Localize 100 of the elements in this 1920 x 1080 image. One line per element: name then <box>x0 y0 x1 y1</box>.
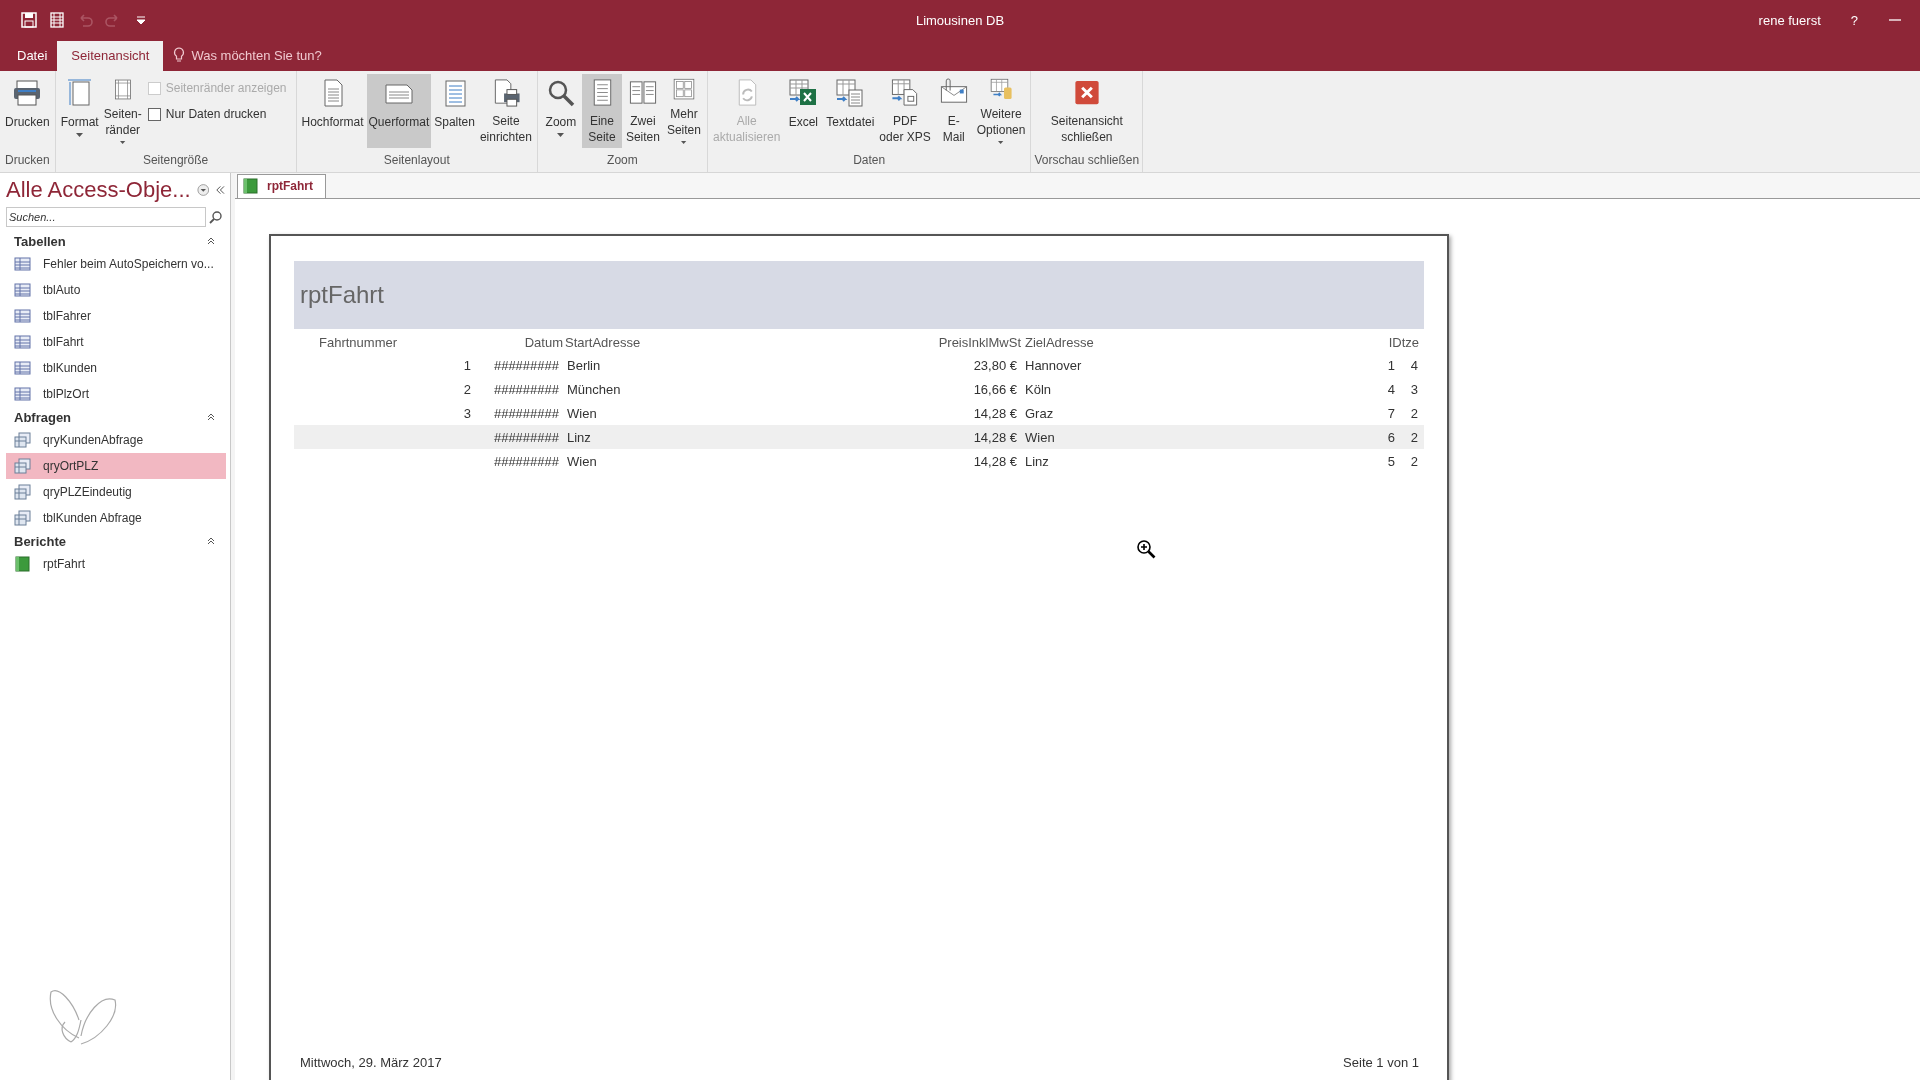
table-cell-text: Wien <box>566 453 598 469</box>
ribbon-button[interactable]: Textdatei <box>824 74 877 148</box>
table-cell-text: 14,28 € <box>972 453 1018 469</box>
table-cell-text: ######### <box>492 429 560 445</box>
query-icon <box>14 458 31 474</box>
ribbon-button[interactable]: Weitere Optionen <box>974 74 1028 148</box>
table-cell-text: 2 <box>462 381 472 397</box>
help-button[interactable]: ? <box>1850 12 1858 28</box>
table-cell-text: 2 <box>1409 405 1419 421</box>
search-icon[interactable] <box>209 210 223 224</box>
ribbon-tab[interactable]: Datei <box>7 41 58 71</box>
ribbon-button[interactable]: Excel <box>783 74 824 148</box>
table-cell-text: 4 <box>1409 357 1419 373</box>
group-header[interactable]: Tabellen <box>14 233 66 249</box>
report-icon <box>14 556 31 572</box>
table-cell-text: ######### <box>492 405 560 421</box>
chevron-icon[interactable] <box>206 412 216 422</box>
query-icon <box>14 484 31 500</box>
column-header: PreisInklMwSt <box>937 334 1022 352</box>
report-date: Mittwoch, 29. März 2017 <box>300 1055 442 1070</box>
navigation-item[interactable]: tblFahrt <box>6 329 226 355</box>
table-cell-text: Köln <box>1024 381 1053 397</box>
ribbon-button[interactable]: Drucken <box>3 74 52 148</box>
group-label: Seitenlayout <box>383 152 450 169</box>
table-cell-text: Linz <box>566 429 592 445</box>
navigation-item[interactable]: tblKunden Abfrage <box>6 505 226 531</box>
navigation-item[interactable]: tblKunden <box>6 355 226 381</box>
table-icon <box>14 386 31 402</box>
save-icon[interactable] <box>20 11 38 29</box>
navigation-item[interactable]: tblAuto <box>6 277 226 303</box>
group-label: Daten <box>853 152 886 169</box>
table-cell-text: 2 <box>1409 453 1419 469</box>
table-cell-text: ######### <box>492 357 560 373</box>
ribbon-button[interactable]: Mehr Seiten <box>663 74 704 148</box>
ribbon-button[interactable]: Spalten <box>432 74 477 148</box>
table-cell-text: 5 <box>1386 453 1396 469</box>
navigation-item[interactable]: Fehler beim AutoSpeichern vo... <box>6 251 226 277</box>
ribbon-button[interactable]: Eine Seite <box>581 74 622 148</box>
ribbon-tab[interactable]: Seitenansicht <box>57 41 164 71</box>
ribbon-button[interactable]: Querformat <box>366 74 432 148</box>
ribbon-button[interactable]: Format <box>58 74 101 148</box>
table-cell-text: ######### <box>492 453 560 469</box>
chevron-icon[interactable] <box>206 236 216 246</box>
navigation-item[interactable]: qryPLZEindeutig <box>6 479 226 505</box>
document-tab[interactable]: rptFahrt <box>237 174 326 198</box>
dropdown-icon[interactable] <box>196 183 210 197</box>
table-cell-text: Linz <box>1024 453 1050 469</box>
table-icon <box>14 334 31 350</box>
table-cell-text: 6 <box>1386 429 1396 445</box>
navigation-title[interactable]: Alle Access-Obje... <box>6 177 191 203</box>
table-cell-text: München <box>566 381 622 397</box>
report-title: rptFahrt <box>300 281 385 309</box>
table-cell-text: 4 <box>1386 381 1396 397</box>
column-header: Fahrtnummer <box>318 334 399 352</box>
collapse-icon[interactable] <box>215 185 226 195</box>
column-header: Datum <box>523 334 564 352</box>
navigation-item[interactable]: qryOrtPLZ <box>6 453 226 479</box>
tell-me-field[interactable]: Was möchten Sie tun? <box>163 47 332 71</box>
lightbulb-icon <box>173 47 186 63</box>
table-icon <box>14 282 31 298</box>
group-header[interactable]: Berichte <box>14 533 67 549</box>
window-title: Limousinen DB <box>915 12 1005 28</box>
navigation-item[interactable]: qryKundenAbfrage <box>6 427 226 453</box>
ribbon-button[interactable]: Zwei Seiten <box>622 74 663 148</box>
ribbon-button[interactable]: Zoom <box>540 74 581 148</box>
caret-icon <box>118 141 127 145</box>
column-header: IDtze <box>1387 334 1420 352</box>
form-icon[interactable] <box>48 11 66 29</box>
table-cell-text: 2 <box>1409 429 1419 445</box>
table-icon <box>14 360 31 376</box>
table-cell-text: 14,28 € <box>972 429 1018 445</box>
ribbon-button[interactable]: E- Mail <box>933 74 974 148</box>
group-label: Drucken <box>5 152 50 169</box>
table-icon <box>14 308 31 324</box>
ribbon-button[interactable]: Seiten- ränder <box>101 74 144 148</box>
page-number: Seite 1 von 1 <box>1343 1055 1419 1070</box>
ribbon-button[interactable]: Hochformat <box>299 74 366 148</box>
table-cell-text: Berlin <box>566 357 602 373</box>
table-cell-text: 3 <box>462 405 472 421</box>
ribbon-button[interactable]: Seite einrichten <box>477 74 534 148</box>
table-icon <box>14 256 31 272</box>
group-label: Vorschau schließen <box>1034 152 1140 169</box>
ribbon-button[interactable]: PDF oder XPS <box>877 74 933 148</box>
table-cell-text: Graz <box>1024 405 1055 421</box>
group-header[interactable]: Abfragen <box>14 409 72 425</box>
checkbox[interactable]: Nur Daten drucken <box>147 107 287 121</box>
navigation-item[interactable]: tblFahrer <box>6 303 226 329</box>
user-name[interactable]: rene fuerst <box>1758 12 1821 28</box>
caret-icon <box>679 141 688 145</box>
caret-icon <box>997 141 1006 145</box>
table-cell-text: ######### <box>492 381 560 397</box>
column-header: StartAdresse <box>565 334 642 352</box>
group-label: Seitengröße <box>142 152 209 169</box>
search-field[interactable]: Suchen... <box>6 207 206 227</box>
caret-icon <box>556 133 565 138</box>
group-label: Zoom <box>607 152 638 169</box>
navigation-item[interactable]: rptFahrt <box>6 551 226 577</box>
ribbon-button[interactable]: Seitenansicht schließen <box>1048 74 1125 148</box>
navigation-item[interactable]: tblPlzOrt <box>6 381 226 407</box>
chevron-icon[interactable] <box>206 536 216 546</box>
